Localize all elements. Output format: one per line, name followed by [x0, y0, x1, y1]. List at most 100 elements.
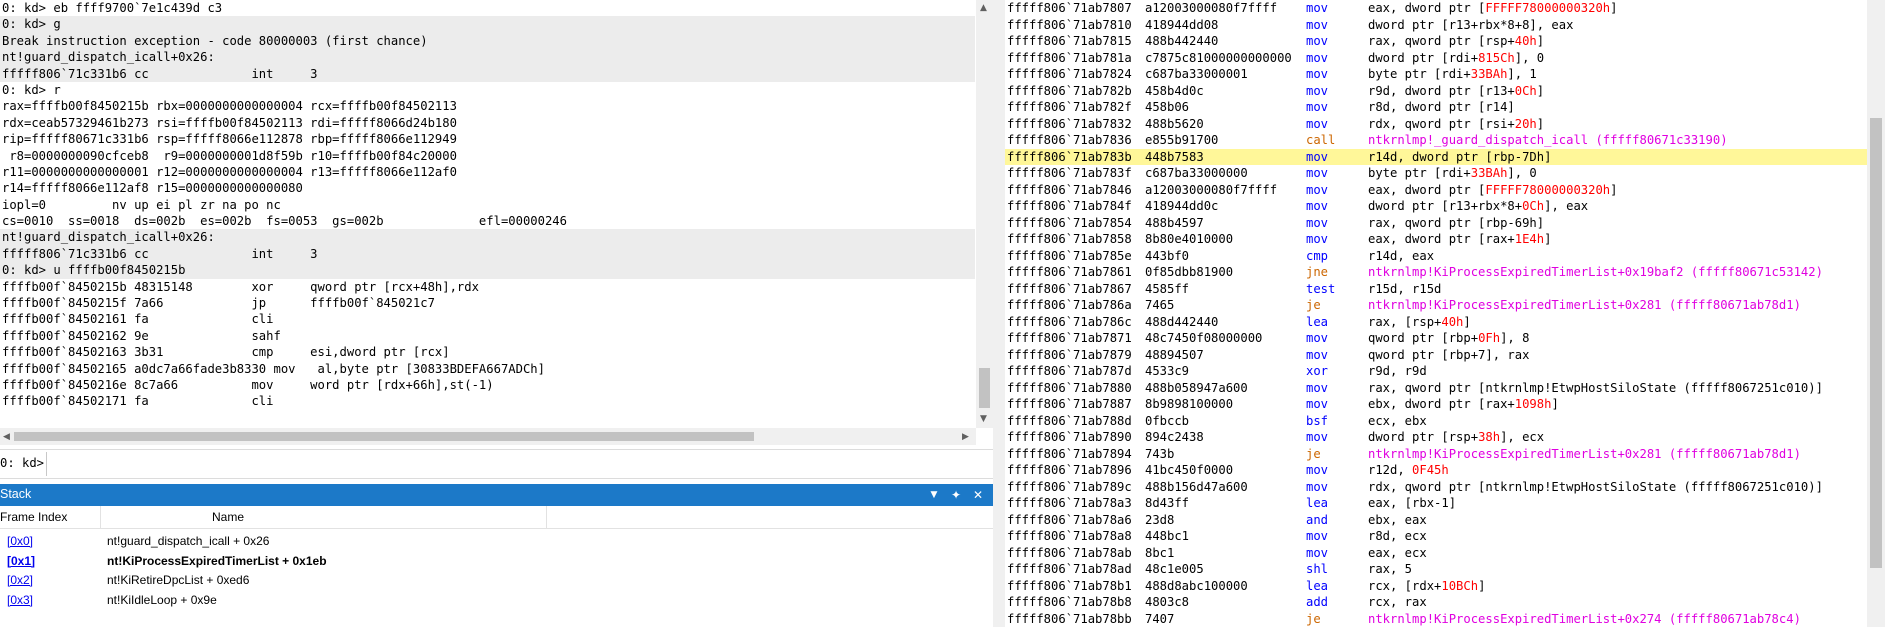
disassembly-line[interactable]: fffff806`71ab7854 488b4597 mov rax, qword p…	[1005, 215, 1867, 232]
disassembly-line[interactable]: fffff806`71ab7824 c687ba33000001 mov byte p…	[1005, 66, 1867, 83]
stack-frame-index-link[interactable]: [0x3]	[7, 593, 33, 607]
instruction-operands: rax, qword ptr [ntkrnlmp!EtwpHostSiloSta…	[1368, 380, 1823, 395]
command-horizontal-scroll-thumb[interactable]	[14, 432, 754, 441]
instruction-bytes: 4803c8	[1145, 595, 1190, 609]
instruction-address: fffff806`71ab7861	[1007, 265, 1132, 279]
stack-frame-index-link[interactable]: [0x0]	[7, 534, 33, 548]
disassembly-line[interactable]: fffff806`71ab786a 7465 je ntkrnlmp!KiProces…	[1005, 297, 1867, 314]
disassembly-line[interactable]: fffff806`71ab7815 488b442440 mov rax, qword…	[1005, 33, 1867, 50]
disassembly-vertical-scrollbar[interactable]	[1867, 0, 1885, 627]
instruction-operands: ntkrnlmp!KiProcessExpiredTimerList+0x281…	[1368, 298, 1801, 312]
disassembly-line[interactable]: fffff806`71ab782b 458b4d0c mov r9d, dword p…	[1005, 83, 1867, 100]
disassembly-line[interactable]: fffff806`71ab788d 0fbccb bsf ecx, ebx	[1005, 413, 1867, 430]
instruction-operands: ntkrnlmp!KiProcessExpiredTimerList+0x19b…	[1368, 265, 1823, 279]
command-output-line: r14=fffff8066e112af8 r15=000000000000008…	[2, 181, 303, 196]
disassembly-vertical-scroll-thumb[interactable]	[1870, 118, 1882, 568]
stack-frame-index-link[interactable]: [0x1]	[7, 554, 35, 568]
disassembly-line[interactable]: fffff806`71ab786c 488d442440 lea rax, [rsp+…	[1005, 314, 1867, 331]
instruction-bytes: 0fbccb	[1145, 413, 1190, 428]
instruction-address: fffff806`71ab7894	[1007, 446, 1132, 461]
disassembly-line[interactable]: fffff806`71ab783f c687ba33000000 mov byte p…	[1005, 165, 1867, 182]
disassembly-line[interactable]: fffff806`71ab78a6 23d8 and ebx, eax	[1005, 512, 1867, 529]
disassembly-line[interactable]: fffff806`71ab78bb 7407 je ntkrnlmp!KiProces…	[1005, 611, 1867, 627]
disassembly-line[interactable]: fffff806`71ab78a3 8d43ff lea eax, [rbx-1]	[1005, 495, 1867, 512]
chevron-down-icon[interactable]: ▼	[925, 486, 943, 504]
disassembly-line[interactable]: fffff806`71ab78ab 8bc1 mov eax, ecx	[1005, 545, 1867, 562]
disassembly-line[interactable]: fffff806`71ab78b8 4803c8 add rcx, rax	[1005, 594, 1867, 611]
command-vertical-scroll-thumb[interactable]	[979, 368, 990, 408]
instruction-address: fffff806`71ab782b	[1007, 83, 1132, 98]
disassembly-line[interactable]: fffff806`71ab7836 e855b91700 call ntkrnlmp!…	[1005, 132, 1867, 149]
disassembly-line[interactable]: fffff806`71ab7846 a12003000080f7ffff mov ea…	[1005, 182, 1867, 199]
instruction-address: fffff806`71ab78ab	[1007, 545, 1132, 560]
disassembly-line[interactable]: fffff806`71ab7894 743b je ntkrnlmp!KiProces…	[1005, 446, 1867, 463]
disassembly-line[interactable]: fffff806`71ab784f 418944dd0c mov dword ptr …	[1005, 198, 1867, 215]
instruction-mnemonic: mov	[1306, 380, 1329, 395]
command-output-line: ffffb00f`8450215b 48315148 xor qword ptr…	[2, 279, 479, 294]
column-header-name[interactable]: Name	[212, 510, 244, 524]
instruction-address: fffff806`71ab78a8	[1007, 529, 1132, 543]
column-divider[interactable]	[100, 506, 101, 528]
instruction-operands: rdx, qword ptr [ntkrnlmp!EtwpHostSiloSta…	[1368, 479, 1823, 494]
disassembly-line[interactable]: fffff806`71ab7807 a12003000080f7ffff mov ea…	[1005, 0, 1867, 17]
disassembly-line[interactable]: fffff806`71ab7896 41bc450f0000 mov r12d, 0F…	[1005, 462, 1867, 479]
disassembly-line[interactable]: fffff806`71ab7810 418944dd08 mov dword ptr …	[1005, 17, 1867, 34]
disassembly-line[interactable]: fffff806`71ab789c 488b156d47a600 mov rdx, q…	[1005, 479, 1867, 496]
instruction-bytes: a12003000080f7ffff	[1145, 182, 1278, 197]
stack-frame-row[interactable]: [0x3] nt!KiIdleLoop + 0x9e	[0, 589, 993, 612]
disassembly-line[interactable]: fffff806`71ab78ad 48c1e005 shl rax, 5	[1005, 561, 1867, 578]
instruction-address: fffff806`71ab7880	[1007, 380, 1132, 395]
instruction-mnemonic: mov	[1306, 182, 1329, 197]
instruction-bytes: 41bc450f0000	[1145, 463, 1234, 477]
column-divider[interactable]	[546, 506, 547, 528]
command-prompt-row: 0: kd>	[0, 449, 995, 479]
instruction-operands: ebx, eax	[1368, 512, 1427, 527]
disassembly-line[interactable]: fffff806`71ab787d 4533c9 xor r9d, r9d	[1005, 363, 1867, 380]
pin-icon[interactable]: ✦	[947, 486, 965, 504]
instruction-mnemonic: xor	[1306, 364, 1329, 378]
scroll-right-icon[interactable]: ▶	[962, 432, 969, 442]
disassembly-line[interactable]: fffff806`71ab781a c7875c81000000000000 mov…	[1005, 50, 1867, 67]
instruction-address: fffff806`71ab7871	[1007, 331, 1132, 345]
disassembly-line[interactable]: fffff806`71ab7867 4585ff test r15d, r15d	[1005, 281, 1867, 298]
command-vertical-scrollbar[interactable]: ▲ ▼	[976, 0, 993, 428]
disassembly-line[interactable]: fffff806`71ab7871 48c7450f08000000 mov qwor…	[1005, 330, 1867, 347]
instruction-bytes: e855b91700	[1145, 133, 1219, 147]
instruction-mnemonic: mov	[1306, 430, 1329, 444]
stack-frame-name: nt!KiRetireDpcList + 0xed6	[107, 573, 250, 587]
instruction-address: fffff806`71ab7824	[1007, 67, 1132, 81]
disassembly-line[interactable]: fffff806`71ab785e 443bf0 cmp r14d, eax	[1005, 248, 1867, 265]
disassembly-line[interactable]: fffff806`71ab7861 0f85dbb81900 jne ntkrnlmp…	[1005, 264, 1867, 281]
scroll-up-icon[interactable]: ▲	[980, 3, 987, 13]
instruction-operands: r8d, dword ptr [r14]	[1368, 100, 1515, 114]
column-header-frame-index[interactable]: Frame Index	[0, 510, 67, 524]
current-instruction-line[interactable]: fffff806`71ab783b 448b7583 mov r14d, dword …	[1005, 148, 1867, 165]
instruction-mnemonic: lea	[1306, 496, 1329, 510]
scroll-down-icon[interactable]: ▼	[980, 414, 987, 424]
disassembly-line[interactable]: fffff806`71ab782f 458b06 mov r8d, dword ptr…	[1005, 99, 1867, 116]
instruction-bytes: 4533c9	[1145, 364, 1190, 378]
disassembly-line[interactable]: fffff806`71ab7879 48894507 mov qword ptr [r…	[1005, 347, 1867, 364]
instruction-bytes: 8bc1	[1145, 545, 1175, 560]
command-output: 0: kd> eb ffff9700`7e1c439d c3 0: kd> g Br…	[0, 0, 975, 425]
disassembly-line[interactable]: fffff806`71ab7880 488b058947a600 mov rax, q…	[1005, 380, 1867, 397]
instruction-mnemonic: mov	[1306, 166, 1329, 180]
stack-frame-index-link[interactable]: [0x2]	[7, 573, 33, 587]
command-input[interactable]	[46, 452, 995, 476]
disassembly-line[interactable]: fffff806`71ab7890 894c2438 mov dword ptr [r…	[1005, 429, 1867, 446]
command-horizontal-scrollbar[interactable]: ◀ ▶	[0, 428, 976, 445]
instruction-mnemonic: mov	[1306, 529, 1329, 543]
pane-splitter[interactable]	[993, 0, 1005, 627]
command-output-line: ffffb00f`8450216e 8c7a66 mov word ptr [r…	[2, 377, 494, 392]
disassembly-line[interactable]: fffff806`71ab7832 488b5620 mov rdx, qword p…	[1005, 116, 1867, 133]
disassembly-line[interactable]: fffff806`71ab7858 8b80e4010000 mov eax, dwo…	[1005, 231, 1867, 248]
instruction-operands: rcx, [rdx+10BCh]	[1368, 578, 1486, 593]
close-icon[interactable]: ✕	[969, 486, 987, 504]
instruction-bytes: 448bc1	[1145, 529, 1190, 543]
instruction-address: fffff806`71ab788d	[1007, 413, 1132, 428]
command-output-line: 0: kd> u ffffb00f8450215b	[0, 262, 975, 279]
disassembly-line[interactable]: fffff806`71ab78a8 448bc1 mov r8d, ecx	[1005, 528, 1867, 545]
disassembly-line[interactable]: fffff806`71ab7887 8b9898100000 mov ebx, dwo…	[1005, 396, 1867, 413]
disassembly-line[interactable]: fffff806`71ab78b1 488d8abc100000 lea rcx, […	[1005, 578, 1867, 595]
scroll-left-icon[interactable]: ◀	[3, 432, 10, 442]
